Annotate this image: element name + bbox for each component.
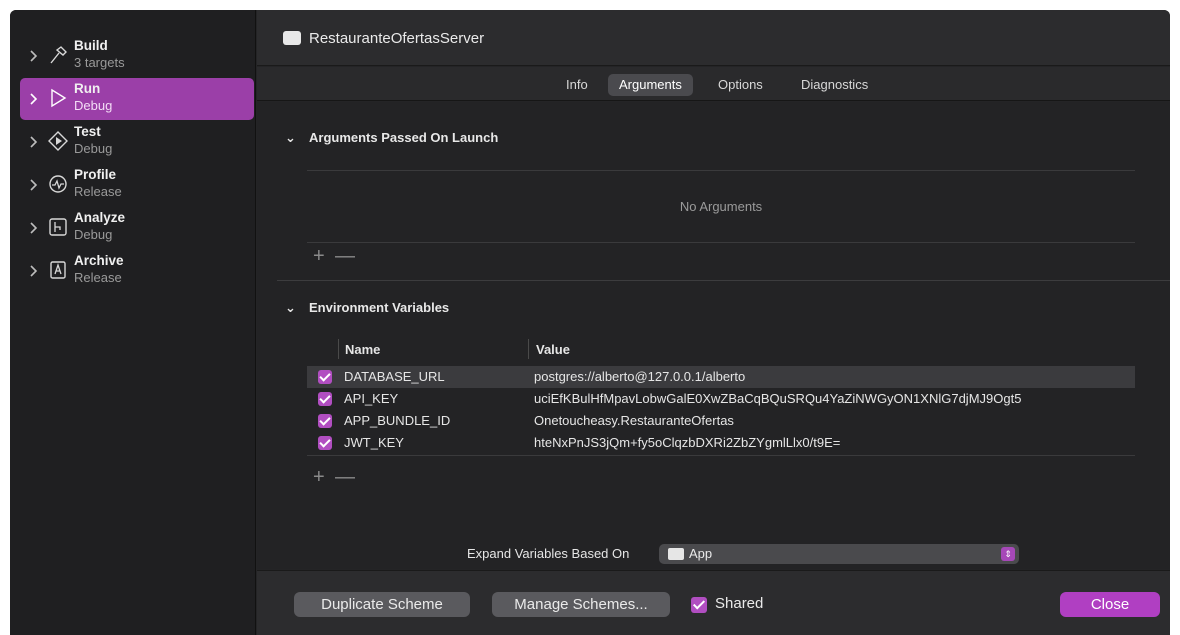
arguments-heading: Arguments Passed On Launch xyxy=(309,130,499,145)
sidebar-item-build[interactable]: Build 3 targets xyxy=(20,35,254,77)
variable-name[interactable]: DATABASE_URL xyxy=(344,369,445,384)
terminal-icon xyxy=(668,548,684,560)
scheme-editor-window: Build 3 targets Run Debug Test Debug Pro… xyxy=(10,10,1170,635)
enable-checkbox[interactable] xyxy=(318,392,332,406)
arguments-content: ⌄ Arguments Passed On Launch No Arguments… xyxy=(257,102,1170,569)
table-row[interactable]: APP_BUNDLE_ID Onetoucheasy.RestauranteOf… xyxy=(307,410,1135,432)
chevron-down-icon[interactable]: ⌄ xyxy=(285,300,297,316)
variable-name[interactable]: API_KEY xyxy=(344,391,398,406)
scheme-detail-pane: RestauranteOfertasServer Info Arguments … xyxy=(257,10,1170,635)
chevron-right-icon[interactable] xyxy=(28,92,40,106)
sidebar-item-title: Run xyxy=(74,81,101,96)
hammer-icon xyxy=(50,46,67,64)
popup-stepper-icon[interactable]: ⇕ xyxy=(1001,547,1015,561)
variable-value[interactable]: postgres://alberto@127.0.0.1/alberto xyxy=(534,369,745,384)
table-row[interactable]: JWT_KEY hteNxPnJS3jQm+fy5oClqzbDXRi2ZbZY… xyxy=(307,432,1135,454)
tab-bar: Info Arguments Options Diagnostics xyxy=(257,67,1170,101)
table-row[interactable]: API_KEY uciEfKBulHfMpavLobwGalE0XwZBaCqB… xyxy=(307,388,1135,410)
chevron-right-icon[interactable] xyxy=(28,49,40,63)
sidebar-item-subtitle: Release xyxy=(74,270,122,285)
sidebar-item-subtitle: Debug xyxy=(74,98,113,113)
tab-info[interactable]: Info xyxy=(555,74,599,96)
expand-variables-popup[interactable]: App ⇕ xyxy=(659,544,1019,564)
tab-arguments[interactable]: Arguments xyxy=(608,74,693,96)
remove-variable-button[interactable]: — xyxy=(335,466,355,489)
table-header: Name Value xyxy=(307,335,1135,365)
scheme-footer: Duplicate Scheme Manage Schemes... Share… xyxy=(257,570,1170,635)
sidebar-item-subtitle: Debug xyxy=(74,227,113,242)
remove-argument-button[interactable]: — xyxy=(335,245,355,268)
sidebar-item-title: Test xyxy=(74,124,101,139)
variable-value[interactable]: uciEfKBulHfMpavLobwGalE0XwZBaCqBQuSRQu4Y… xyxy=(534,391,1021,406)
environment-section-header[interactable]: ⌄ Environment Variables xyxy=(285,300,449,316)
sidebar-item-title: Analyze xyxy=(74,210,126,225)
sidebar-item-subtitle: 3 targets xyxy=(74,55,125,70)
sidebar-item-subtitle: Release xyxy=(74,184,122,199)
variable-name[interactable]: APP_BUNDLE_ID xyxy=(344,413,450,428)
archive-icon xyxy=(50,261,66,279)
scheme-action-sidebar: Build 3 targets Run Debug Test Debug Pro… xyxy=(10,10,256,635)
column-name-header[interactable]: Name xyxy=(345,342,380,357)
expand-variables-row: Expand Variables Based On App ⇕ xyxy=(257,542,1170,566)
shared-checkbox-box[interactable] xyxy=(691,597,707,613)
add-argument-button[interactable]: + xyxy=(313,245,325,268)
gauge-icon xyxy=(49,175,67,193)
table-bottom-border xyxy=(307,455,1135,456)
chevron-right-icon[interactable] xyxy=(28,221,40,235)
expand-variables-value: App xyxy=(689,546,713,561)
section-divider xyxy=(277,280,1170,281)
terminal-icon xyxy=(283,31,301,45)
tab-options[interactable]: Options xyxy=(707,74,774,96)
sidebar-item-subtitle: Debug xyxy=(74,141,113,156)
variable-value[interactable]: Onetoucheasy.RestauranteOfertas xyxy=(534,413,734,428)
chevron-down-icon[interactable]: ⌄ xyxy=(285,130,297,146)
environment-heading: Environment Variables xyxy=(309,300,450,315)
sidebar-item-profile[interactable]: Profile Release xyxy=(20,164,254,206)
arguments-section-header[interactable]: ⌄ Arguments Passed On Launch xyxy=(285,130,498,146)
duplicate-scheme-button[interactable]: Duplicate Scheme xyxy=(294,592,470,617)
variable-name[interactable]: JWT_KEY xyxy=(344,435,404,450)
chevron-right-icon[interactable] xyxy=(28,178,40,192)
column-separator xyxy=(528,339,529,359)
scheme-title: RestauranteOfertasServer xyxy=(309,30,485,47)
shared-label: Shared xyxy=(715,595,764,612)
variable-value[interactable]: hteNxPnJS3jQm+fy5oClqzbDXRi2ZbZYgmlLlx0/… xyxy=(534,435,840,450)
expand-variables-label: Expand Variables Based On xyxy=(467,546,630,561)
column-separator xyxy=(338,339,339,359)
sidebar-item-analyze[interactable]: Analyze Debug xyxy=(20,207,254,249)
sidebar-item-archive[interactable]: Archive Release xyxy=(20,250,254,292)
play-icon xyxy=(51,88,67,108)
chevron-right-icon[interactable] xyxy=(28,135,40,149)
enable-checkbox[interactable] xyxy=(318,370,332,384)
chevron-right-icon[interactable] xyxy=(28,264,40,278)
sidebar-item-run[interactable]: Run Debug xyxy=(20,78,254,120)
scheme-titlebar: RestauranteOfertasServer xyxy=(257,10,1170,66)
tab-diagnostics[interactable]: Diagnostics xyxy=(790,74,879,96)
diamond-play-icon xyxy=(48,131,68,151)
enable-checkbox[interactable] xyxy=(318,414,332,428)
sidebar-item-title: Build xyxy=(74,38,108,53)
sidebar-item-title: Archive xyxy=(74,253,124,268)
arguments-list: No Arguments xyxy=(307,170,1135,243)
add-variable-button[interactable]: + xyxy=(313,466,325,489)
sidebar-item-title: Profile xyxy=(74,167,117,182)
table-row[interactable]: DATABASE_URL postgres://alberto@127.0.0.… xyxy=(307,366,1135,388)
no-arguments-text: No Arguments xyxy=(679,199,763,214)
analyze-icon xyxy=(49,218,67,236)
column-value-header[interactable]: Value xyxy=(536,342,570,357)
close-button[interactable]: Close xyxy=(1060,592,1160,617)
enable-checkbox[interactable] xyxy=(318,436,332,450)
sidebar-item-test[interactable]: Test Debug xyxy=(20,121,254,163)
manage-schemes-button[interactable]: Manage Schemes... xyxy=(492,592,670,617)
